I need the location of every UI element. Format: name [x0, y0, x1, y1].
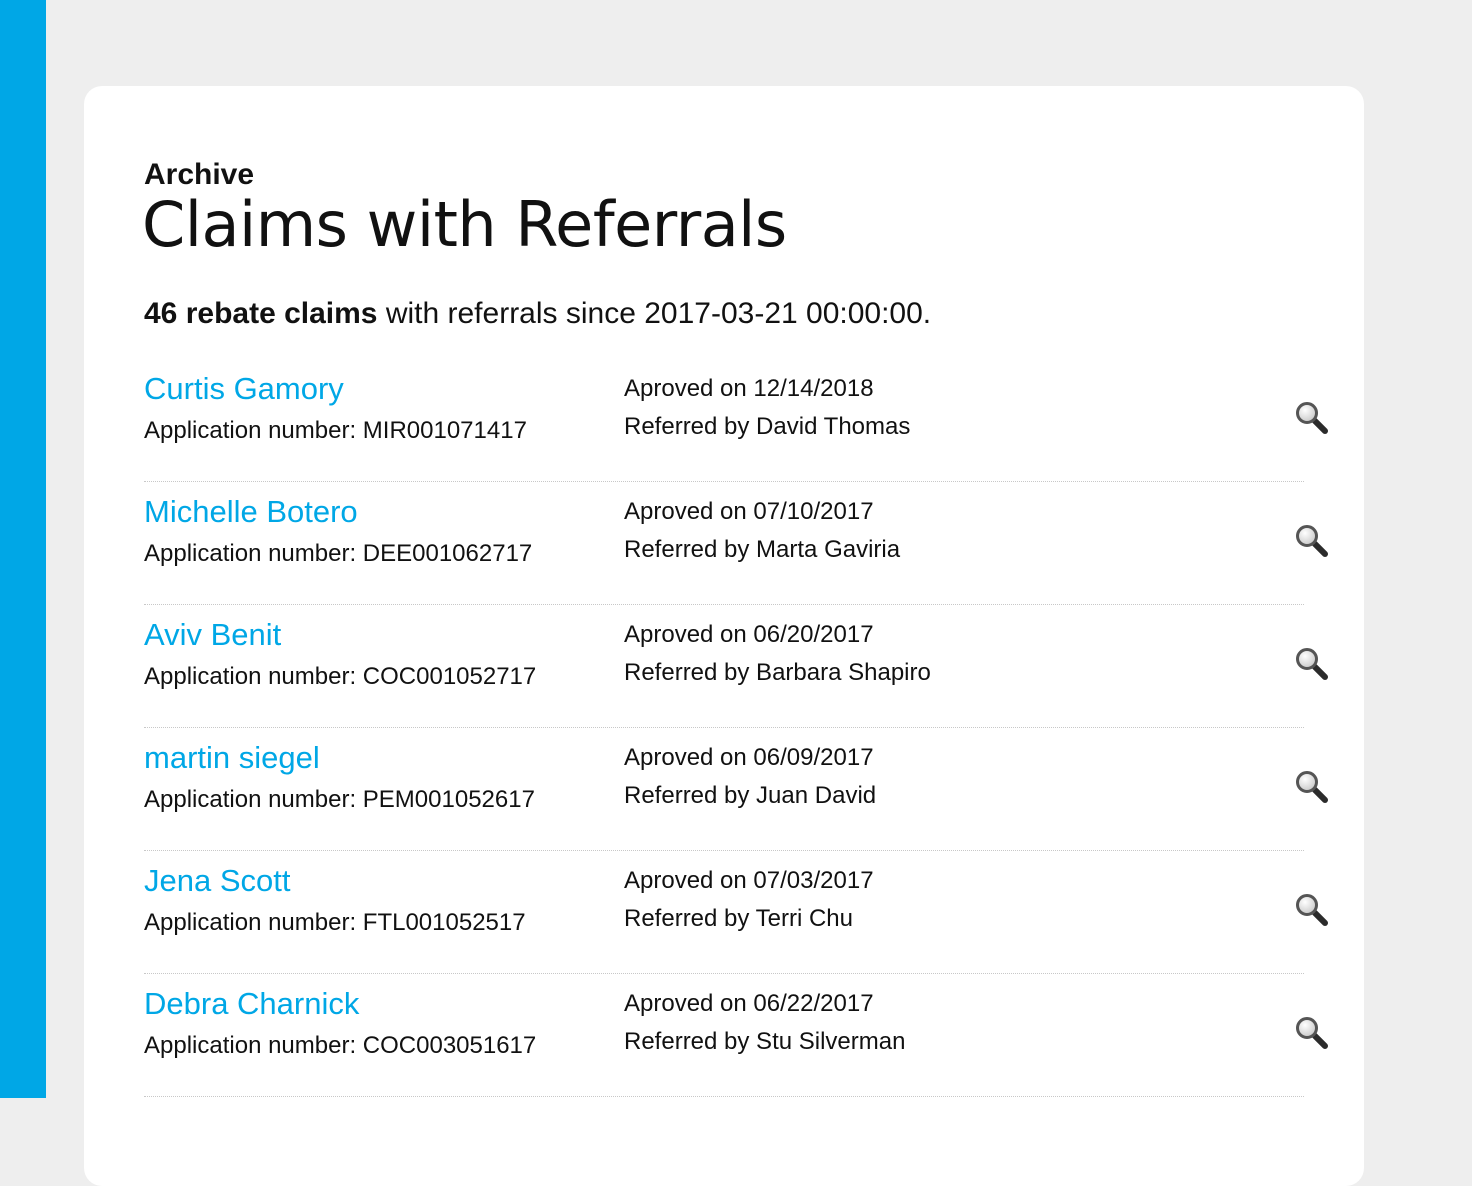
claim-row: Jena Scott Application number: FTL001052… — [144, 852, 1328, 974]
claims-list: Curtis Gamory Application number: MIR001… — [144, 360, 1328, 1098]
referred-by: Referred by David Thomas — [624, 413, 911, 440]
referred-by: Referred by Stu Silverman — [624, 1028, 906, 1055]
claims-summary: 46 rebate claims with referrals since 20… — [144, 294, 931, 334]
magnifier-icon-graphic — [1296, 648, 1328, 680]
claim-row: Michelle Botero Application number: DEE0… — [144, 483, 1328, 605]
application-number: Application number: MIR001071417 — [144, 417, 527, 444]
magnifier-icon[interactable] — [1294, 892, 1330, 928]
approved-date: Aproved on 06/09/2017 — [624, 744, 874, 771]
approved-date: Aproved on 07/03/2017 — [624, 867, 874, 894]
application-number: Application number: COC001052717 — [144, 663, 537, 690]
referred-by: Referred by Terri Chu — [624, 905, 853, 932]
referred-by: Referred by Barbara Shapiro — [624, 659, 931, 686]
page-title: Claims with Referrals — [142, 188, 787, 261]
approved-date: Aproved on 06/20/2017 — [624, 621, 874, 648]
section-eyebrow: Archive — [144, 158, 255, 191]
claim-row: martin siegel Application number: PEM001… — [144, 729, 1328, 851]
claim-row: Curtis Gamory Application number: MIR001… — [144, 360, 1328, 482]
claimant-name-link[interactable]: martin siegel — [144, 739, 320, 777]
claims-count: 46 rebate claims — [144, 297, 378, 330]
application-number: Application number: FTL001052517 — [144, 909, 526, 936]
application-number: Application number: COC003051617 — [144, 1032, 537, 1059]
magnifier-icon[interactable] — [1294, 769, 1330, 805]
magnifier-icon[interactable] — [1294, 1015, 1330, 1051]
claim-row: Aviv Benit Application number: COC001052… — [144, 606, 1328, 728]
claimant-name-link[interactable]: Michelle Botero — [144, 493, 358, 531]
magnifier-icon[interactable] — [1294, 523, 1330, 559]
claim-row: Debra Charnick Application number: COC00… — [144, 975, 1328, 1097]
claimant-name-link[interactable]: Jena Scott — [144, 862, 290, 900]
claimant-name-link[interactable]: Curtis Gamory — [144, 370, 344, 408]
magnifier-icon-graphic — [1296, 402, 1328, 434]
approved-date: Aproved on 06/22/2017 — [624, 990, 874, 1017]
side-accent-bar — [0, 0, 46, 1098]
magnifier-icon[interactable] — [1294, 400, 1330, 436]
magnifier-icon[interactable] — [1294, 646, 1330, 682]
magnifier-icon-graphic — [1296, 894, 1328, 926]
approved-date: Aproved on 07/10/2017 — [624, 498, 874, 525]
referred-by: Referred by Juan David — [624, 782, 877, 809]
claimant-name-link[interactable]: Debra Charnick — [144, 985, 359, 1023]
application-number: Application number: DEE001062717 — [144, 540, 533, 567]
magnifier-icon-graphic — [1296, 771, 1328, 803]
claims-summary-text: with referrals since 2017-03-21 00:00:00… — [377, 297, 932, 330]
approved-date: Aproved on 12/14/2018 — [624, 375, 874, 402]
claimant-name-link[interactable]: Aviv Benit — [144, 616, 281, 654]
content-card: Archive Claims with Referrals 46 rebate … — [84, 86, 1364, 1186]
magnifier-icon-graphic — [1296, 525, 1328, 557]
application-number: Application number: PEM001052617 — [144, 786, 535, 813]
magnifier-icon-graphic — [1296, 1017, 1328, 1049]
referred-by: Referred by Marta Gaviria — [624, 536, 901, 563]
